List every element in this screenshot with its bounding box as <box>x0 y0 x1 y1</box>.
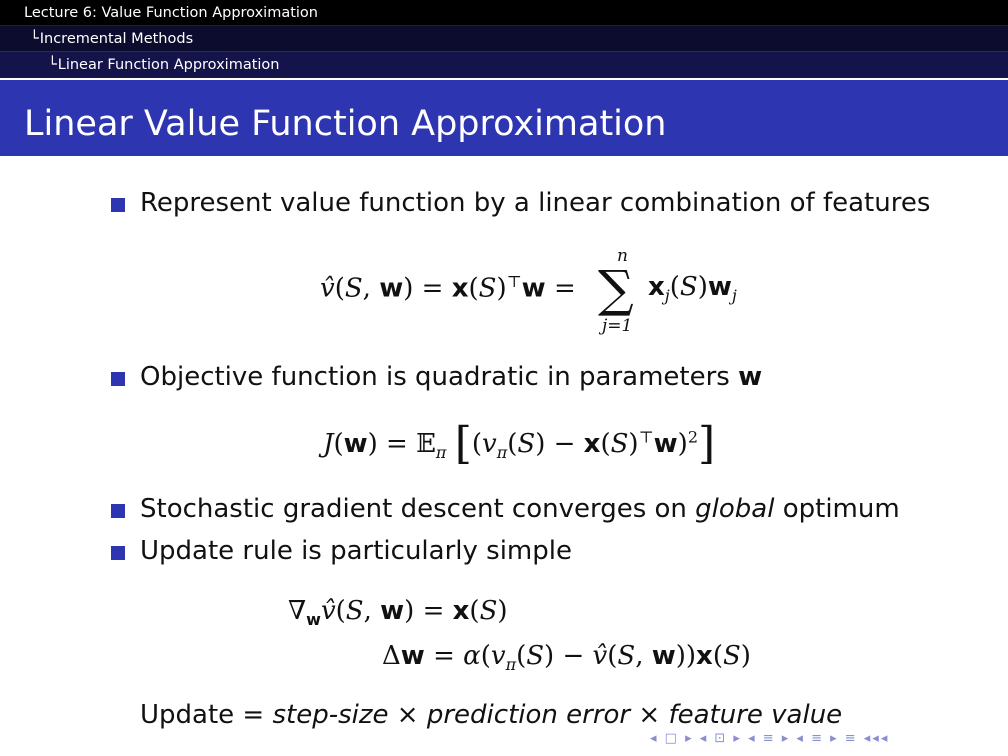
breadcrumb-subsection[interactable]: └Linear Function Approximation <box>0 52 1008 78</box>
bullet-text-1: Represent value function by a linear com… <box>140 188 931 218</box>
bullet-text-3: Stochastic gradient descent converges on… <box>140 494 900 524</box>
bullet-marker <box>111 372 125 386</box>
breadcrumb-lecture[interactable]: Lecture 6: Value Function Approximation <box>0 0 1008 26</box>
equation-gradient: ∇wv̂(S, w) = x(S) <box>288 596 508 630</box>
equation-objective: J(w) = 𝔼π [(vπ(S) − x(S)⊤w)2] <box>323 418 716 469</box>
update-description: Update = step-size × prediction error × … <box>140 700 843 730</box>
slide-title: Linear Value Function Approximation <box>0 80 1008 156</box>
tree-corner-icon: └ <box>48 57 57 73</box>
bullet-text-4: Update rule is particularly simple <box>140 536 572 566</box>
bullet-marker <box>111 546 125 560</box>
breadcrumb-section[interactable]: └Incremental Methods <box>0 26 1008 52</box>
tree-corner-icon: └ <box>30 31 39 47</box>
bullet-marker <box>111 198 125 212</box>
bullet-marker <box>111 504 125 518</box>
beamer-navigation-icons[interactable]: ◂ □ ▸ ◂ ⊡ ▸ ◂ ≡ ▸ ◂ ≡ ▸ ≡ ◂◂◂ <box>650 731 889 746</box>
equation-update: Δw = α(vπ(S) − v̂(S, w))x(S) <box>382 641 751 675</box>
bullet-text-2: Objective function is quadratic in param… <box>140 362 763 392</box>
breadcrumb: Lecture 6: Value Function Approximation … <box>0 0 1008 78</box>
